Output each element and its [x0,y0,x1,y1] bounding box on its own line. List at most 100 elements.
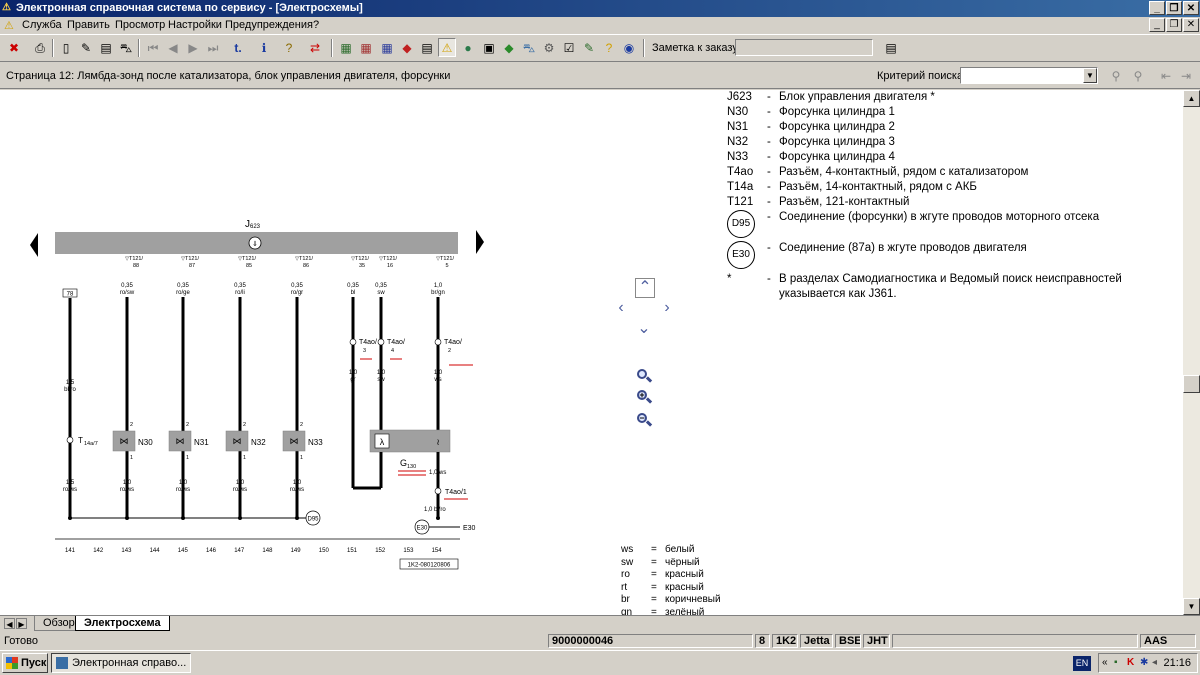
edit-doc-icon[interactable]: ✎ [77,38,95,57]
language-indicator[interactable]: EN [1073,656,1091,671]
note-input[interactable] [735,39,873,56]
edit-icon[interactable]: ✎ [580,38,598,57]
network-tray-icon[interactable]: ▪ [1114,657,1118,668]
tray-expand-icon[interactable]: « [1102,657,1108,668]
wire-color: ro/ws [63,487,77,493]
taskbar-item[interactable]: Электронная справо... [51,653,191,673]
connector-pin: 5 [445,263,448,269]
book-icon[interactable]: ◆ [398,38,416,57]
connector-pin: 16 [387,263,393,269]
pan-down-icon[interactable]: ⌄ [635,320,653,338]
track-number: 141 [65,548,76,554]
menu-warnings[interactable]: Предупреждения [225,19,313,31]
prev-page-icon[interactable]: ◀ [164,38,182,57]
document-icon[interactable]: ▤ [418,38,436,57]
menu-view[interactable]: Просмотр [115,19,165,31]
menu-service[interactable]: Служба [22,19,62,31]
vehicle-icon[interactable]: ⛍ [520,38,538,57]
vertical-scrollbar[interactable]: ▲ ▼ [1183,90,1200,615]
last-page-icon[interactable]: ⏭ [204,38,222,57]
minimize-button[interactable]: _ [1149,1,1165,15]
network-icon[interactable]: ◉ [620,38,638,57]
scroll-down-icon[interactable]: ▼ [1183,598,1200,615]
mdi-minimize-button[interactable]: _ [1149,18,1165,32]
warning-active-icon[interactable]: ⚠ [438,38,456,57]
prev-result-icon[interactable]: ⇤ [1157,66,1175,85]
list-doc-icon[interactable]: ▤ [97,38,115,57]
volume-tray-icon[interactable]: ◂ [1152,657,1157,668]
help-icon[interactable]: ? [280,38,298,57]
wire-section: 0,35 [177,283,189,289]
globe-icon[interactable]: ● [459,38,477,57]
pan-left-icon[interactable]: ‹ [612,299,630,317]
search-icon[interactable]: ⚲ [1107,66,1125,85]
wire-mark-label: 78 [67,292,74,298]
track-number: 150 [319,548,330,554]
mdi-restore-button[interactable]: ❐ [1166,18,1182,32]
zoom-out-icon[interactable]: − [636,412,653,428]
info-icon[interactable]: ℹ [255,38,273,57]
scroll-up-icon[interactable]: ▲ [1183,90,1200,107]
menu-help[interactable]: ? [313,19,319,31]
tab-scroll-left-icon[interactable]: ◀ [4,618,15,629]
gear-icon[interactable]: ⚙ [540,38,558,57]
start-button[interactable]: Пуск [2,653,48,673]
print-icon[interactable]: ⎙ [31,38,49,57]
swap-icon[interactable]: ⇄ [306,38,324,57]
module-icon-1[interactable]: ▦ [337,38,355,57]
pan-right-icon[interactable]: › [658,299,676,317]
pan-up-icon[interactable]: ⌃ [635,278,655,298]
first-page-icon[interactable]: ⏮ [144,38,162,57]
warning-icon[interactable]: ⚠ [4,19,14,32]
status-cell-empty [892,634,1138,648]
junction-dot [436,516,440,520]
car-icon[interactable]: ⛍ [117,38,135,57]
search-next-icon[interactable]: ⚲ [1129,66,1147,85]
wire-color: sw [377,377,385,383]
checklist-icon[interactable]: ☑ [560,38,578,57]
menu-edit[interactable]: Править [67,19,110,31]
diagram-viewport[interactable]: J623 ⇓ 78 ▽ T121/88 0,35 ro/sw ▽ T121/87 0,35 ro… [0,90,1183,615]
connector-pin: 85 [246,263,252,269]
junction-dot [295,516,299,520]
connector-label: T121/ [242,256,257,262]
next-result-icon[interactable]: ⇥ [1177,66,1195,85]
next-page-icon[interactable]: ▶ [184,38,202,57]
connector-pin: 86 [303,263,309,269]
d95-symbol: D95 [727,210,755,238]
tab-wiring-diagram[interactable]: Электросхема [75,616,170,631]
disk-icon[interactable]: ▣ [480,38,498,57]
menu-settings[interactable]: Настройки [168,19,222,31]
zoom-fit-icon[interactable] [636,368,653,384]
maximize-button[interactable]: ❐ [1166,1,1182,15]
app-icon[interactable]: ⚠ [2,2,13,14]
antivirus-tray-icon[interactable]: K [1127,657,1134,668]
junction-dot [238,516,242,520]
note-edit-icon[interactable]: ▤ [882,38,900,57]
status-cell: Jetta [800,634,833,648]
sensor-sub: 130 [407,464,416,470]
module-icon-3[interactable]: ▦ [378,38,396,57]
scroll-thumb[interactable] [1183,375,1200,393]
tool-icon[interactable]: ◆ [500,38,518,57]
zoom-in-icon[interactable]: + [636,389,653,405]
close-button[interactable]: ✕ [1183,1,1199,15]
hint-icon[interactable]: ? [600,38,618,57]
wire-section: 0,35 [375,283,387,289]
status-cell: JHT [863,634,890,648]
wire-section: 1,0 [349,370,358,376]
exit-icon[interactable]: ✖ [5,38,23,57]
page-right-arrow[interactable] [476,230,484,254]
page-left-arrow[interactable] [30,233,38,257]
menu-bar: ⚠ Служба Править Просмотр Настройки Пред… [0,17,1200,34]
search-criteria-select[interactable]: ▼ [960,67,1098,84]
jump-icon[interactable]: t. [229,38,247,57]
module-icon-2[interactable]: ▦ [357,38,375,57]
wire-section: 0,35 [347,283,359,289]
mdi-close-button[interactable]: ✕ [1183,18,1199,32]
new-doc-icon[interactable]: ▯ [57,38,75,57]
bluetooth-tray-icon[interactable]: ✱ [1140,657,1148,668]
connector-pin: 88 [133,263,139,269]
tab-scroll-right-icon[interactable]: ▶ [16,618,27,629]
chevron-down-icon[interactable]: ▼ [1083,68,1097,83]
